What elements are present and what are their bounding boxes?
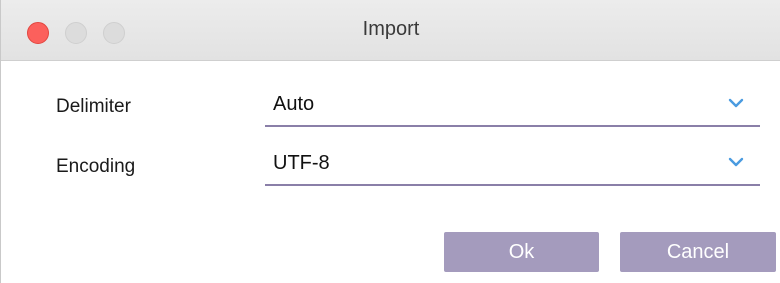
delimiter-label: Delimiter bbox=[56, 96, 131, 117]
encoding-select[interactable]: UTF-8 bbox=[265, 148, 760, 186]
chevron-down-icon[interactable] bbox=[728, 97, 744, 109]
window-title: Import bbox=[362, 18, 420, 40]
ok-button[interactable]: Ok bbox=[444, 232, 599, 272]
delimiter-select[interactable]: Auto bbox=[265, 89, 760, 127]
title-bar: Import bbox=[1, 0, 780, 61]
encoding-value: UTF-8 bbox=[273, 152, 330, 174]
chevron-down-icon[interactable] bbox=[728, 156, 744, 168]
import-dialog: Import Delimiter Auto Encoding UTF-8 Ok … bbox=[0, 0, 780, 283]
cancel-button[interactable]: Cancel bbox=[620, 232, 776, 272]
delimiter-value: Auto bbox=[273, 93, 315, 115]
encoding-label: Encoding bbox=[56, 156, 136, 177]
